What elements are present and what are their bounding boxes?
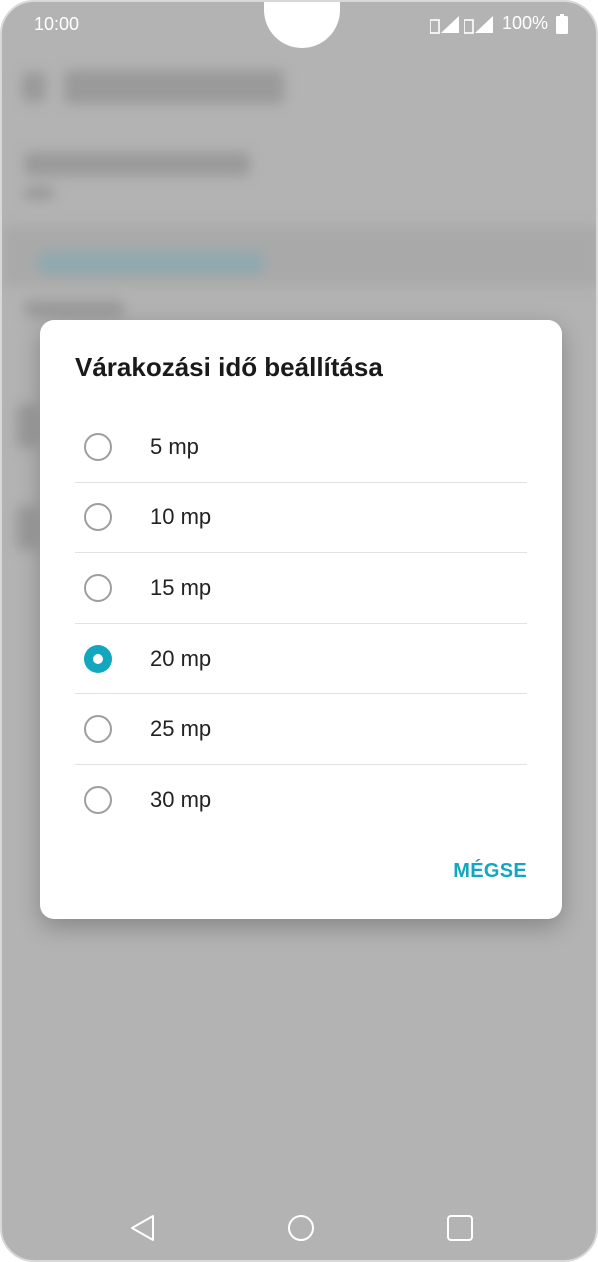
option-label: 10 mp xyxy=(150,504,212,530)
dialog-title: Várakozási idő beállítása xyxy=(75,352,383,382)
option-5-mp[interactable]: 5 mp xyxy=(75,412,527,483)
radio-button[interactable] xyxy=(84,715,112,744)
option-label: 30 mp xyxy=(150,787,212,813)
option-25-mp[interactable]: 25 mp xyxy=(75,694,527,765)
status-bar: 10:00 100% xyxy=(2,2,596,46)
battery-icon xyxy=(556,13,568,34)
timeout-dialog: Várakozási idő beállítása 5 mp 10 mp 15 … xyxy=(40,320,562,919)
radio-button[interactable] xyxy=(84,786,112,815)
navigation-bar xyxy=(2,1192,596,1260)
radio-button-selected[interactable] xyxy=(84,644,112,673)
radio-button[interactable] xyxy=(84,573,112,602)
signal-sim2-icon xyxy=(463,14,494,34)
status-time: 10:00 xyxy=(34,14,80,34)
option-10-mp[interactable]: 10 mp xyxy=(75,483,527,554)
radio-button[interactable] xyxy=(84,432,112,461)
option-list: 5 mp 10 mp 15 mp 20 mp 25 mp 30 mp xyxy=(75,412,527,836)
option-30-mp[interactable]: 30 mp xyxy=(75,765,527,836)
status-icons: 100% xyxy=(429,13,568,34)
recents-square-icon[interactable] xyxy=(446,1214,474,1247)
option-label: 5 mp xyxy=(150,433,199,459)
option-label: 25 mp xyxy=(150,716,212,742)
battery-percent: 100% xyxy=(501,13,548,33)
phone-screen: 10:00 100% Várakozási idő beállítása 5 m… xyxy=(0,0,598,1262)
option-label: 20 mp xyxy=(150,645,212,671)
option-15-mp[interactable]: 15 mp xyxy=(75,553,527,624)
radio-button[interactable] xyxy=(84,503,112,532)
home-circle-icon[interactable] xyxy=(287,1214,315,1247)
option-label: 15 mp xyxy=(150,574,212,600)
signal-sim1-icon xyxy=(429,14,460,34)
back-triangle-icon[interactable] xyxy=(130,1214,156,1247)
cancel-button[interactable]: MÉGSE xyxy=(453,860,527,883)
option-20-mp[interactable]: 20 mp xyxy=(75,624,527,695)
